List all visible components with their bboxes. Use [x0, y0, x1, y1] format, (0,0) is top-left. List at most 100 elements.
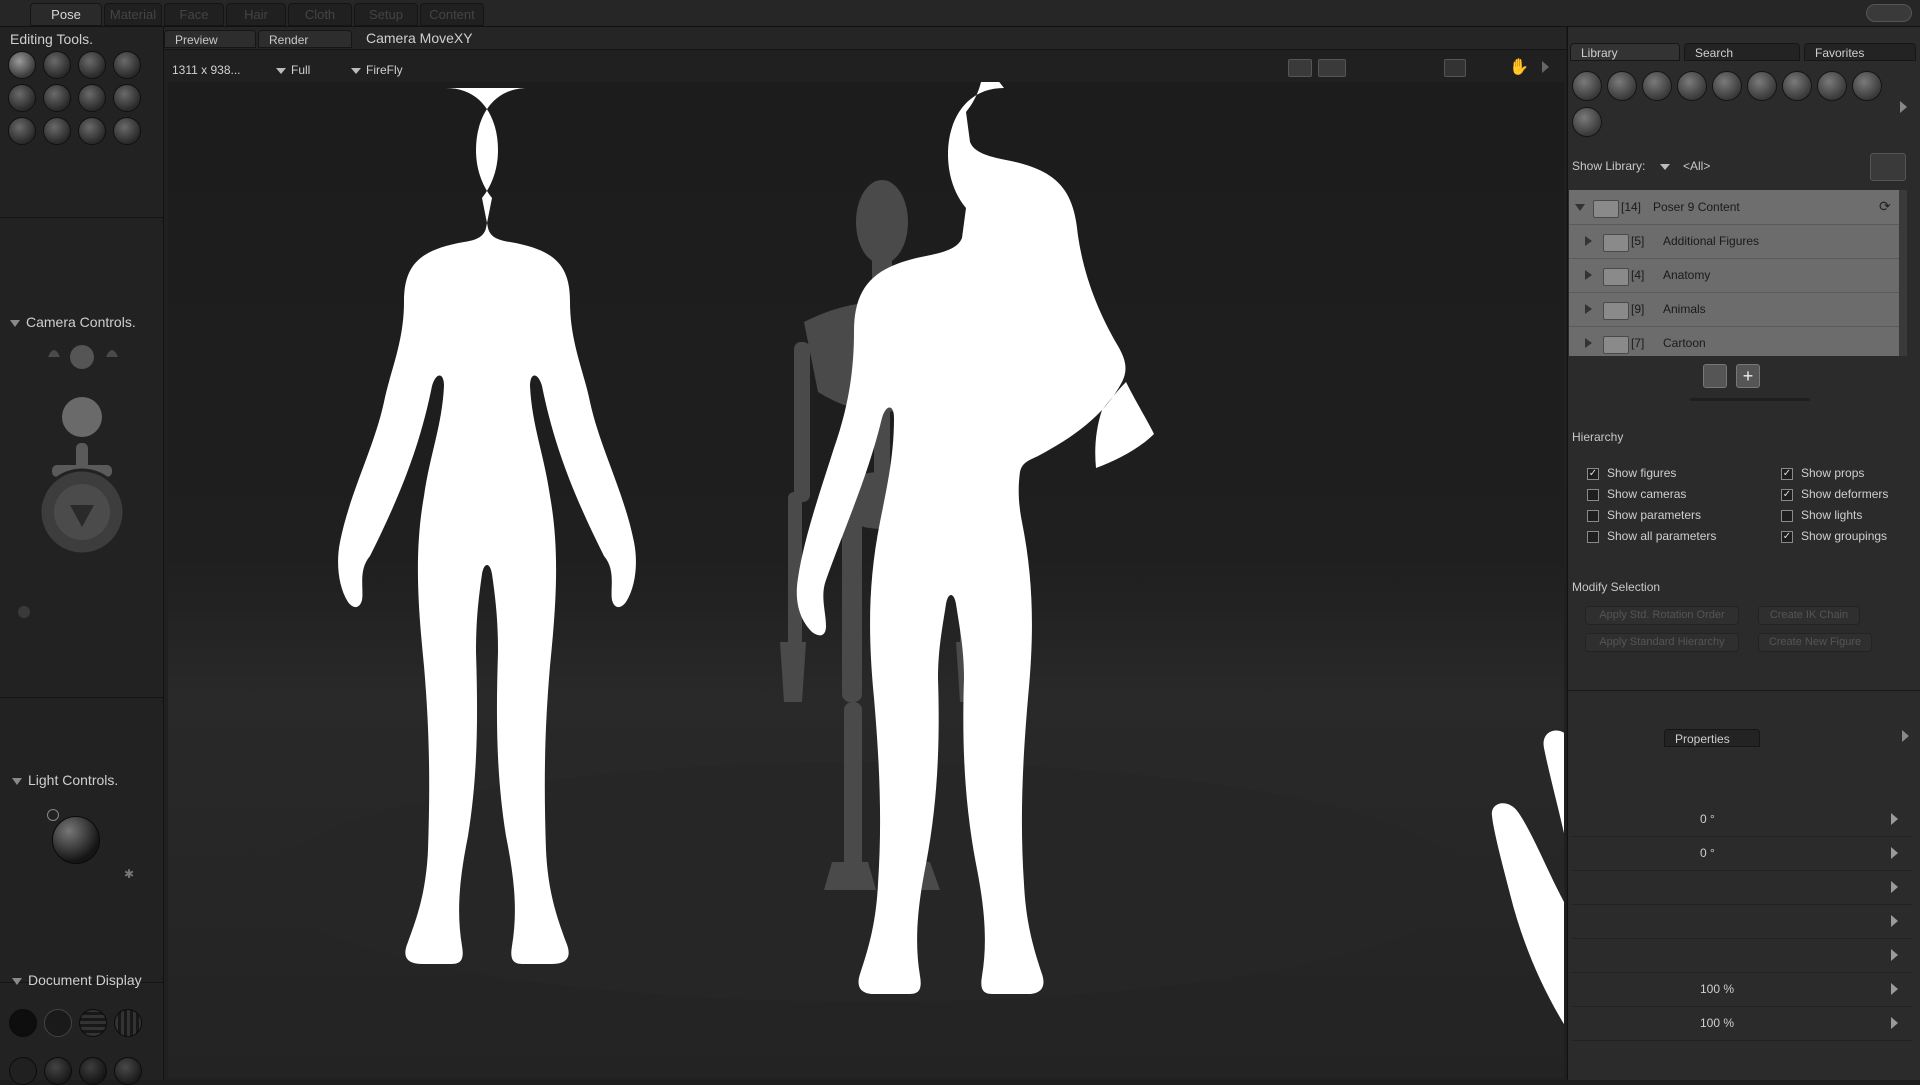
expand-arrow-icon[interactable]	[1585, 304, 1592, 314]
show-lights-option[interactable]: Show lights	[1781, 508, 1862, 522]
apply-library-icon[interactable]	[1703, 364, 1727, 388]
rotate-tool-icon[interactable]	[8, 51, 36, 79]
show-deformers-option[interactable]: ✓ Show deformers	[1781, 487, 1888, 501]
light-sphere-control[interactable]	[52, 816, 100, 864]
checkbox-checked[interactable]: ✓	[1781, 488, 1793, 501]
show-parameters-option[interactable]: Show parameters	[1587, 508, 1701, 522]
viewport-expand-icon[interactable]	[1542, 61, 1549, 73]
show-figures-option[interactable]: ✓ Show figures	[1587, 466, 1676, 480]
room-tab-cloth[interactable]: Cloth	[288, 3, 352, 26]
parameter-arrow-icon[interactable]	[1891, 949, 1898, 961]
favorites-tab[interactable]: Favorites	[1804, 43, 1916, 61]
view-mode-dropdown[interactable]: Full	[276, 63, 310, 77]
materials-category-icon[interactable]	[1852, 71, 1882, 101]
parameter-row[interactable]	[1572, 938, 1912, 973]
expand-arrow-icon[interactable]	[1585, 338, 1592, 348]
room-tab-face[interactable]: Face	[164, 3, 224, 26]
apply-standard-hierarchy-button[interactable]: Apply Standard Hierarchy	[1585, 633, 1739, 652]
scenes-category-icon[interactable]	[1572, 107, 1602, 137]
library-tree[interactable]: [14] Poser 9 Content ⟳ [5] Additional Fi…	[1569, 190, 1899, 356]
show-all-parameters-option[interactable]: Show all parameters	[1587, 529, 1716, 543]
show-props-option[interactable]: ✓ Show props	[1781, 466, 1864, 480]
parameter-arrow-icon[interactable]	[1891, 881, 1898, 893]
tree-row[interactable]: [5] Additional Figures	[1569, 224, 1899, 259]
room-tab-pose[interactable]: Pose	[30, 3, 102, 26]
room-tab-hair[interactable]: Hair	[226, 3, 286, 26]
tree-row[interactable]: [9] Animals	[1569, 292, 1899, 327]
panel-resize-handle[interactable]	[1690, 398, 1810, 401]
figures-category-icon[interactable]	[1572, 71, 1602, 101]
expand-arrow-icon[interactable]	[1585, 236, 1592, 246]
parameter-value[interactable]: 100 %	[1700, 982, 1734, 996]
checkbox-unchecked[interactable]	[1587, 509, 1599, 522]
renderer-dropdown[interactable]: FireFly	[351, 63, 403, 77]
add-to-library-icon[interactable]: +	[1736, 364, 1760, 388]
parameter-arrow-icon[interactable]	[1891, 1017, 1898, 1029]
preview-tab[interactable]: Preview	[164, 30, 256, 48]
library-tab[interactable]: Library	[1570, 43, 1680, 61]
show-library-dropdown[interactable]: <All>	[1660, 159, 1710, 173]
add-runtime-button[interactable]	[1870, 153, 1906, 181]
chain-break-icon[interactable]	[78, 84, 106, 112]
morphing-tool-icon[interactable]	[78, 117, 106, 145]
checkbox-checked[interactable]: ✓	[1781, 467, 1793, 480]
parameter-value[interactable]: 100 %	[1700, 1016, 1734, 1030]
parameter-row[interactable]: 100 %	[1572, 972, 1912, 1007]
camera-view-icon[interactable]	[1288, 59, 1312, 77]
parameter-row[interactable]: 0 °	[1572, 836, 1912, 871]
collapse-arrow-icon[interactable]	[1575, 204, 1585, 211]
checkbox-unchecked[interactable]	[1781, 509, 1793, 522]
parameter-row[interactable]	[1572, 904, 1912, 939]
poses-category-icon[interactable]	[1607, 71, 1637, 101]
display-flat-shaded-icon[interactable]	[44, 1057, 72, 1085]
light-properties-icon[interactable]: ✱	[124, 867, 134, 881]
room-tab-material[interactable]: Material	[104, 3, 162, 26]
parameters-menu-icon[interactable]	[1902, 730, 1909, 742]
hand-pan-icon[interactable]: ✋	[1509, 57, 1529, 77]
library-more-icon[interactable]	[1900, 101, 1907, 113]
props-category-icon[interactable]	[1747, 71, 1777, 101]
checkbox-unchecked[interactable]	[1587, 530, 1599, 543]
display-texture-shaded-icon[interactable]	[114, 1057, 142, 1085]
create-ik-chain-button[interactable]: Create IK Chain	[1758, 606, 1860, 625]
translate-z-icon[interactable]	[113, 51, 141, 79]
taper-tool-icon[interactable]	[43, 84, 71, 112]
translate-xy-icon[interactable]	[78, 51, 106, 79]
parameter-arrow-icon[interactable]	[1891, 813, 1898, 825]
room-tab-setup[interactable]: Setup	[354, 3, 418, 26]
hair-category-icon[interactable]	[1677, 71, 1707, 101]
tree-row[interactable]: [4] Anatomy	[1569, 258, 1899, 293]
display-lined-icon[interactable]	[9, 1057, 37, 1085]
window-control-pill[interactable]	[1866, 4, 1912, 22]
checkbox-checked[interactable]: ✓	[1587, 467, 1599, 480]
camera-control-widget[interactable]	[12, 337, 162, 637]
display-smooth-shaded-icon[interactable]	[79, 1057, 107, 1085]
checkbox-unchecked[interactable]	[1587, 488, 1599, 501]
parameter-row[interactable]	[1572, 870, 1912, 905]
parameter-arrow-icon[interactable]	[1891, 847, 1898, 859]
properties-tab[interactable]: Properties	[1664, 729, 1760, 747]
show-groupings-option[interactable]: ✓ Show groupings	[1781, 529, 1887, 543]
parameter-value[interactable]: 0 °	[1700, 846, 1715, 860]
parameter-arrow-icon[interactable]	[1891, 915, 1898, 927]
direct-manipulation-icon[interactable]	[113, 117, 141, 145]
display-silhouette-icon[interactable]	[9, 1009, 37, 1037]
dual-view-icon[interactable]	[1318, 59, 1346, 77]
tree-row-root[interactable]: [14] Poser 9 Content ⟳	[1569, 190, 1899, 225]
tree-row[interactable]: [7] Cartoon	[1569, 326, 1899, 356]
display-outline-icon[interactable]	[44, 1009, 72, 1037]
parameter-row[interactable]: 0 °	[1572, 802, 1912, 837]
parameter-value[interactable]: 0 °	[1700, 812, 1715, 826]
lights-category-icon[interactable]	[1782, 71, 1812, 101]
apply-rotation-order-button[interactable]: Apply Std. Rotation Order	[1585, 606, 1739, 625]
display-wireframe-icon[interactable]	[79, 1009, 107, 1037]
hands-category-icon[interactable]	[1712, 71, 1742, 101]
show-cameras-option[interactable]: Show cameras	[1587, 487, 1686, 501]
search-tab[interactable]: Search	[1684, 43, 1800, 61]
render-settings-icon[interactable]	[1444, 59, 1466, 77]
color-tool-icon[interactable]	[113, 84, 141, 112]
parameter-arrow-icon[interactable]	[1891, 983, 1898, 995]
display-hidden-line-icon[interactable]	[114, 1009, 142, 1037]
parameter-row[interactable]: 100 %	[1572, 1006, 1912, 1041]
view-magnifier-icon[interactable]	[43, 117, 71, 145]
